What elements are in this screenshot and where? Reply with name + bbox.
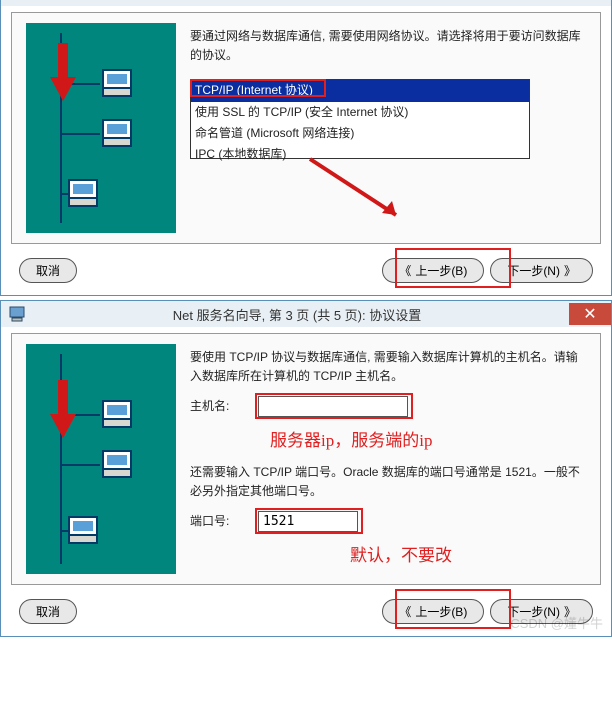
wizard-body: 要使用 TCP/IP 协议与数据库通信, 需要输入数据库计算机的主机名。请输入数… <box>11 333 601 585</box>
app-icon <box>9 306 25 322</box>
close-icon: ✕ <box>583 304 596 324</box>
protocol-option-ssl[interactable]: 使用 SSL 的 TCP/IP (安全 Internet 协议) <box>191 102 529 123</box>
host-label: 主机名: <box>190 397 248 416</box>
wizard-step2-window: 要通过网络与数据库通信, 需要使用网络协议。请选择将用于要访问数据库的协议。 T… <box>0 0 612 296</box>
annotation-port: 默认，不要改 <box>350 542 586 569</box>
wizard-graphic-panel <box>26 23 176 233</box>
computer-icon <box>102 400 136 430</box>
protocol-option-namedpipe[interactable]: 命名管道 (Microsoft 网络连接) <box>191 123 529 144</box>
instruction-text: 要通过网络与数据库通信, 需要使用网络协议。请选择将用于要访问数据库的协议。 <box>190 27 586 65</box>
computer-icon <box>68 179 102 209</box>
protocol-option-tcpip[interactable]: TCP/IP (Internet 协议) <box>191 80 529 101</box>
window-title: Net 服务名向导, 第 3 页 (共 5 页): 协议设置 <box>25 305 569 324</box>
button-bar: 取消 《 上一步(B) 下一步(N) 》 <box>1 250 611 295</box>
computer-icon <box>68 516 102 546</box>
chevron-left-icon: 《 <box>399 262 411 279</box>
back-label: 上一步(B) <box>415 262 467 279</box>
instruction-text-2: 还需要输入 TCP/IP 端口号。Oracle 数据库的端口号通常是 1521。… <box>190 463 586 501</box>
titlebar-partial <box>1 0 611 6</box>
wizard-step3-window: Net 服务名向导, 第 3 页 (共 5 页): 协议设置 ✕ 要使用 TCP… <box>0 300 612 637</box>
port-row: 端口号: <box>190 511 586 532</box>
instruction-text-1: 要使用 TCP/IP 协议与数据库通信, 需要输入数据库计算机的主机名。请输入数… <box>190 348 586 386</box>
port-label: 端口号: <box>190 512 248 531</box>
cancel-button[interactable]: 取消 <box>19 258 77 283</box>
wizard-graphic-panel <box>26 344 176 574</box>
titlebar: Net 服务名向导, 第 3 页 (共 5 页): 协议设置 ✕ <box>1 301 611 327</box>
computer-icon <box>102 119 136 149</box>
cancel-button[interactable]: 取消 <box>19 599 77 624</box>
next-button[interactable]: 下一步(N) 》 <box>490 258 593 283</box>
back-button[interactable]: 《 上一步(B) <box>382 258 484 283</box>
wizard-content: 要使用 TCP/IP 协议与数据库通信, 需要输入数据库计算机的主机名。请输入数… <box>190 344 586 574</box>
watermark: CSDN @嬞牛牛 <box>510 613 603 632</box>
host-row: 主机名: <box>190 396 586 417</box>
port-input[interactable] <box>258 511 358 532</box>
next-label: 下一步(N) <box>507 262 560 279</box>
protocol-listbox[interactable]: TCP/IP (Internet 协议) 使用 SSL 的 TCP/IP (安全… <box>190 79 530 159</box>
annotation-arrow-icon <box>300 153 420 233</box>
computer-icon <box>102 69 136 99</box>
chevron-right-icon: 》 <box>564 262 576 279</box>
computer-icon <box>102 450 136 480</box>
cancel-label: 取消 <box>36 262 60 279</box>
back-label: 上一步(B) <box>415 603 467 620</box>
red-arrow-icon <box>46 380 80 442</box>
annotation-host: 服务器ip，服务端的ip <box>270 427 586 454</box>
host-input[interactable] <box>258 396 408 417</box>
red-arrow-icon <box>46 43 80 105</box>
close-button[interactable]: ✕ <box>569 303 611 325</box>
chevron-left-icon: 《 <box>399 603 411 620</box>
wizard-content: 要通过网络与数据库通信, 需要使用网络协议。请选择将用于要访问数据库的协议。 T… <box>190 23 586 233</box>
wizard-body: 要通过网络与数据库通信, 需要使用网络协议。请选择将用于要访问数据库的协议。 T… <box>11 12 601 244</box>
cancel-label: 取消 <box>36 603 60 620</box>
back-button[interactable]: 《 上一步(B) <box>382 599 484 624</box>
